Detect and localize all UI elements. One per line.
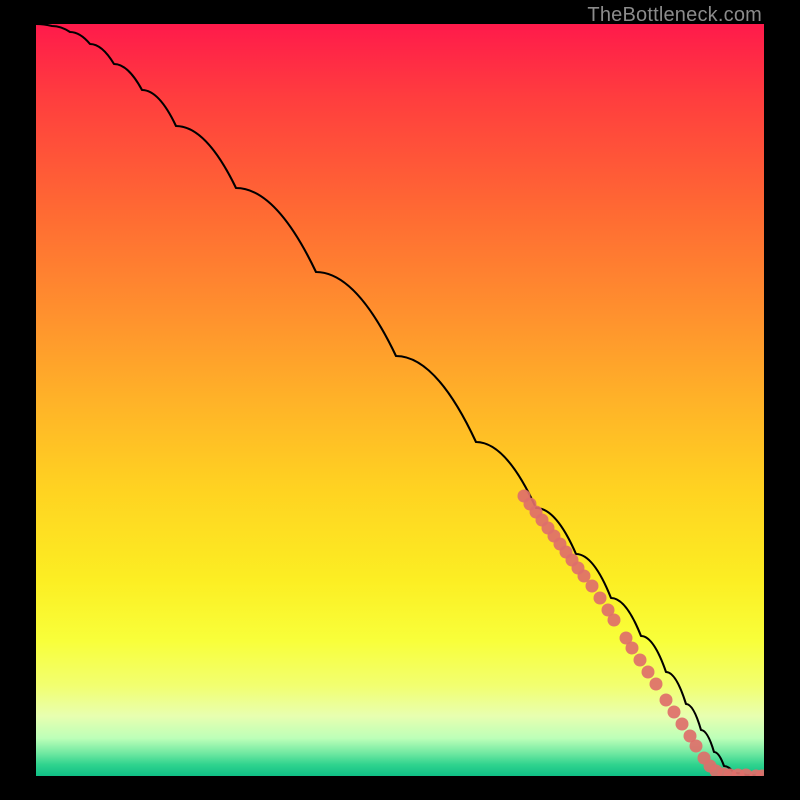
scatter-dot [676,718,689,731]
plot-area [36,24,764,776]
scatter-dot [608,614,621,627]
scatter-dot [626,642,639,655]
scatter-dot [690,740,703,753]
watermark-text: TheBottleneck.com [587,4,762,27]
scatter-dot [650,678,663,691]
scatter-dot [634,654,647,667]
scatter-dot [642,666,655,679]
chart-svg [36,24,764,776]
scatter-dot [594,592,607,605]
scatter-dot [660,694,673,707]
chart-stage: TheBottleneck.com [0,0,800,800]
scatter-dot [668,706,681,719]
bottleneck-curve [36,24,764,776]
scatter-dot [586,580,599,593]
